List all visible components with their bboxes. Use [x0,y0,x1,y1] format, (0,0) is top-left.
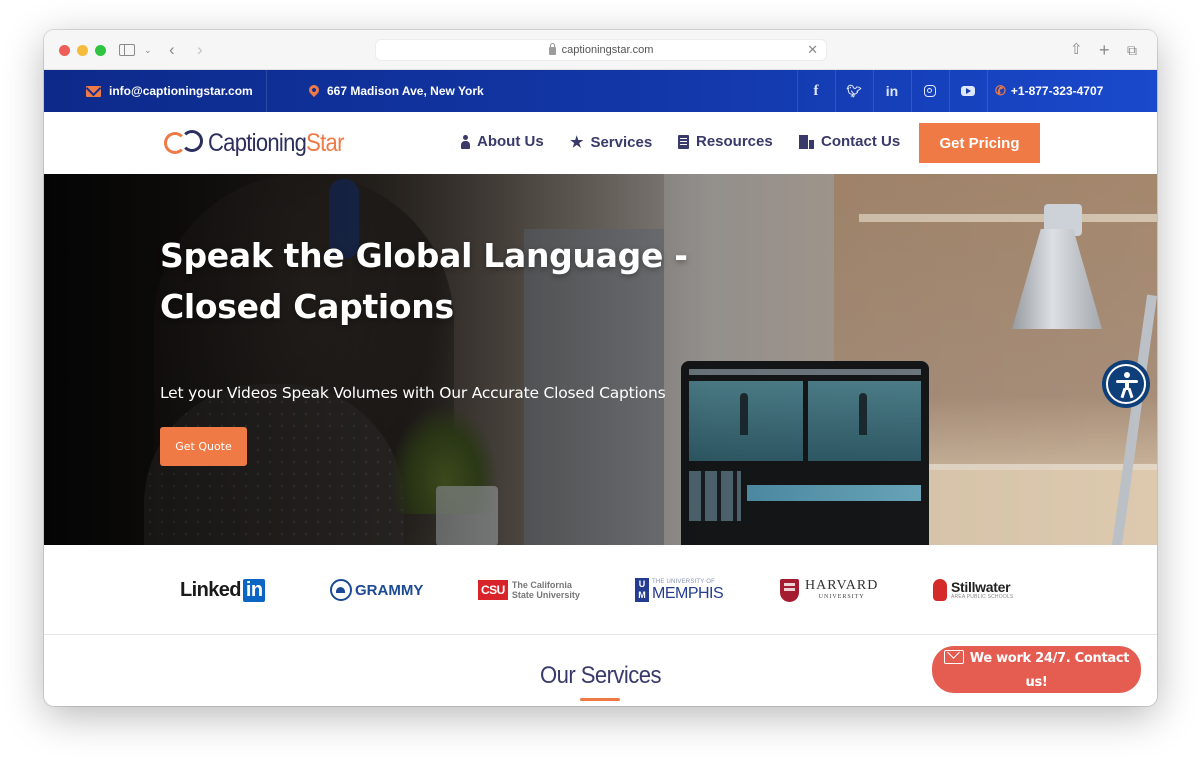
linkedin-logo: Linked in [180,545,266,635]
twitter-icon[interactable]: 🐦︎ [835,70,873,112]
url-text: captioningstar.com [561,44,654,56]
document-icon [678,134,689,149]
address-text: 667 Madison Ave, New York [327,84,484,98]
browser-toolbar: ⌄ ‹ › captioningstar.com ✕ ⇧ + ⧉ [44,30,1157,70]
phone-text: +1-877-323-4707 [1010,84,1104,98]
memphis-logo: UM THE UNIVERSITY OF MEMPHIS [635,545,724,635]
zoom-window-button[interactable] [95,45,106,56]
divider [266,70,267,112]
top-info-bar: info@captioningstar.com 667 Madison Ave,… [44,70,1157,112]
contact-float-text: We work 24/7. Contact [969,651,1130,666]
hero-banner: Speak the Global Language - Closed Capti… [44,174,1157,545]
nav-label: Resources [696,133,773,150]
back-icon[interactable]: ‹ [169,40,175,60]
building-icon [799,134,814,149]
harvard-shield-icon [780,578,799,602]
envelope-icon [943,650,964,664]
nav-resources[interactable]: Resources [678,133,773,150]
nav-services[interactable]: ★ Services [570,133,653,152]
logo-mark-icon [162,126,208,160]
phone-link[interactable]: ✆ +1-877-323-4707 [995,70,1103,112]
tabs-overview-icon[interactable]: ⧉ [1127,40,1137,60]
phone-icon: ✆ [995,83,1006,98]
grammy-logo: GRAMMY [330,545,423,635]
minimize-window-button[interactable] [77,45,88,56]
hero-subtitle: Let your Videos Speak Volumes with Our A… [160,384,666,402]
close-window-button[interactable] [59,45,70,56]
address-bar[interactable]: captioningstar.com ✕ [375,39,827,61]
nav-label: Services [590,133,653,151]
forward-icon[interactable]: › [197,40,203,60]
sidebar-icon[interactable] [119,44,135,56]
email-link[interactable]: info@captioningstar.com [86,70,253,112]
facebook-icon[interactable]: f [797,70,835,112]
services-heading-underline [580,698,620,701]
new-tab-icon[interactable]: + [1099,40,1110,60]
get-pricing-button[interactable]: Get Pricing [919,123,1040,163]
instagram-icon[interactable] [911,70,949,112]
chevron-down-icon[interactable]: ⌄ [144,40,152,60]
youtube-icon[interactable] [949,70,987,112]
get-quote-button[interactable]: Get Quote [160,427,247,466]
stillwater-logo: Stillwater AREA PUBLIC SCHOOLS [933,545,1013,635]
client-logos: Linked in GRAMMY CSU The California State … [44,545,1157,635]
lock-icon [548,43,556,55]
email-text: info@captioningstar.com [109,84,253,98]
gramophone-icon [330,579,352,601]
nav-label: About Us [477,133,544,150]
share-icon[interactable]: ⇧ [1070,40,1083,60]
nav-about-us[interactable]: About Us [461,133,544,150]
browser-window: ⌄ ‹ › captioningstar.com ✕ ⇧ + ⧉ info@ca… [44,30,1157,706]
logo-text: CaptioningStar [208,128,344,157]
window-controls [59,45,106,56]
clear-icon[interactable]: ✕ [807,42,818,58]
accessibility-button[interactable] [1102,360,1150,408]
stillwater-mark-icon [933,579,947,601]
harvard-logo: HARVARD UNIVERSITY [780,545,878,635]
main-navigation: CaptioningStar About Us ★ Services Resou… [44,112,1157,174]
star-icon: ★ [570,134,584,151]
linkedin-icon[interactable]: in [873,70,911,112]
nav-contact-us[interactable]: Contact Us [799,133,900,150]
csu-logo: CSU The California State University [478,545,580,635]
map-pin-icon [306,82,322,97]
site-logo[interactable]: CaptioningStar [162,126,362,160]
contact-us-floating-button[interactable]: We work 24/7. Contact us! [932,646,1141,693]
contact-float-text: us! [1025,675,1048,690]
hero-title: Speak the Global Language - Closed Capti… [160,236,688,326]
accessibility-icon [1106,364,1146,404]
person-icon [461,134,470,149]
address-link[interactable]: 667 Madison Ave, New York [306,70,484,112]
divider [987,70,988,112]
nav-label: Contact Us [821,133,901,150]
mail-icon [86,85,101,97]
